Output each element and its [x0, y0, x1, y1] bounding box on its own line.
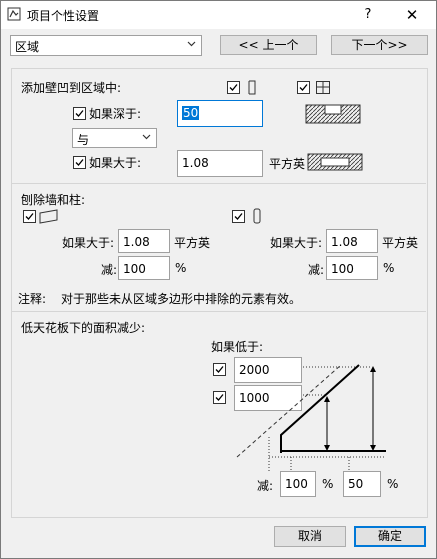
checkmark-icon [25, 213, 34, 220]
columns-reduce-label: 减: [308, 263, 325, 277]
ceiling-percent2: % [387, 477, 399, 491]
columns-percent: % [383, 261, 395, 275]
help-button[interactable]: ? [358, 5, 378, 25]
walls-checkbox[interactable] [23, 210, 36, 223]
columns-reduce-input[interactable]: 100 [326, 256, 378, 280]
chevron-down-icon [187, 41, 196, 47]
if-deeper-value: 50 [182, 106, 200, 120]
low-ceiling-diagram [236, 364, 386, 473]
recess-type1-checkbox[interactable] [227, 81, 240, 94]
if-larger-checkbox[interactable] [73, 156, 86, 169]
recess-depth-diagram [305, 104, 361, 124]
operator-select[interactable]: 与 [72, 128, 157, 148]
column-icon [253, 208, 261, 224]
recess-type2-checkbox[interactable] [297, 81, 310, 94]
separator [11, 311, 426, 312]
columns-if-larger-value: 1.08 [331, 235, 358, 249]
if-larger-value: 1.08 [182, 156, 209, 170]
ok-button[interactable]: 确定 [354, 526, 426, 547]
operator-select-value: 与 [77, 133, 90, 147]
separator [11, 183, 426, 184]
recess-heading: 添加壁凹到区域中: [21, 81, 122, 95]
checkmark-icon [234, 213, 243, 220]
if-lower-label: 如果低于: [211, 340, 264, 354]
checkmark-icon [215, 366, 224, 373]
if-larger-label: 如果大于: [89, 156, 142, 170]
checkmark-icon [75, 159, 84, 166]
height1-checkbox[interactable] [213, 363, 226, 376]
columns-checkbox[interactable] [232, 210, 245, 223]
zone-select-value: 区域 [15, 40, 40, 54]
walls-if-larger-label: 如果大于: [62, 236, 115, 250]
note-text: 对于那些未从区域多边形中排除的元素有效。 [61, 292, 302, 306]
columns-if-larger-label: 如果大于: [270, 236, 323, 250]
zone-select[interactable]: 区域 [10, 35, 202, 56]
ceiling-reduce1-value: 100 [285, 477, 308, 491]
recess-door-icon [248, 80, 256, 95]
ceiling-reduce-label: 减: [257, 479, 274, 493]
settings-dialog: 项目个性设置 ? ✕ 区域 << 上一个 下一个>> 添加壁凹到区域中: 如果深… [0, 0, 437, 559]
walls-reduce-label: 减: [101, 263, 118, 277]
low-ceiling-heading: 低天花板下的面积减少: [21, 321, 146, 335]
wall-icon [39, 209, 58, 224]
ceiling-reduce2-input[interactable]: 50 [343, 471, 381, 497]
checkmark-icon [75, 110, 84, 117]
note-label: 注释: [18, 292, 47, 306]
if-larger-input[interactable]: 1.08 [177, 150, 263, 177]
close-button[interactable]: ✕ [402, 5, 422, 25]
walls-if-larger-input[interactable]: 1.08 [118, 229, 170, 253]
checkmark-icon [299, 84, 308, 91]
app-icon [7, 7, 21, 21]
walls-reduce-value: 100 [123, 262, 146, 276]
title-bar: 项目个性设置 ? ✕ [1, 1, 436, 29]
if-deeper-label: 如果深于: [89, 107, 142, 121]
window-title: 项目个性设置 [27, 9, 100, 23]
walls-if-larger-value: 1.08 [123, 235, 150, 249]
checkmark-icon [229, 84, 238, 91]
if-deeper-checkbox[interactable] [73, 107, 86, 120]
if-deeper-input[interactable]: 50 [177, 100, 263, 127]
walls-percent: % [175, 261, 187, 275]
walls-columns-heading: 刨除墙和柱: [21, 193, 86, 207]
columns-if-larger-input[interactable]: 1.08 [326, 229, 378, 253]
prev-button[interactable]: << 上一个 [220, 35, 317, 55]
next-button[interactable]: 下一个>> [331, 35, 428, 55]
walls-reduce-input[interactable]: 100 [118, 256, 170, 280]
checkmark-icon [215, 394, 224, 401]
columns-unit: 平方英 [382, 236, 419, 250]
columns-reduce-value: 100 [331, 262, 354, 276]
ceiling-reduce2-value: 50 [348, 477, 364, 491]
recess-window-icon [316, 81, 330, 94]
cancel-button[interactable]: 取消 [274, 526, 346, 547]
walls-unit: 平方英 [174, 236, 211, 250]
if-larger-unit: 平方英 [269, 157, 306, 171]
ceiling-percent1: % [322, 477, 334, 491]
ceiling-reduce1-input[interactable]: 100 [280, 471, 316, 497]
chevron-down-icon [142, 134, 151, 140]
recess-area-diagram [307, 153, 363, 171]
height2-checkbox[interactable] [213, 391, 226, 404]
